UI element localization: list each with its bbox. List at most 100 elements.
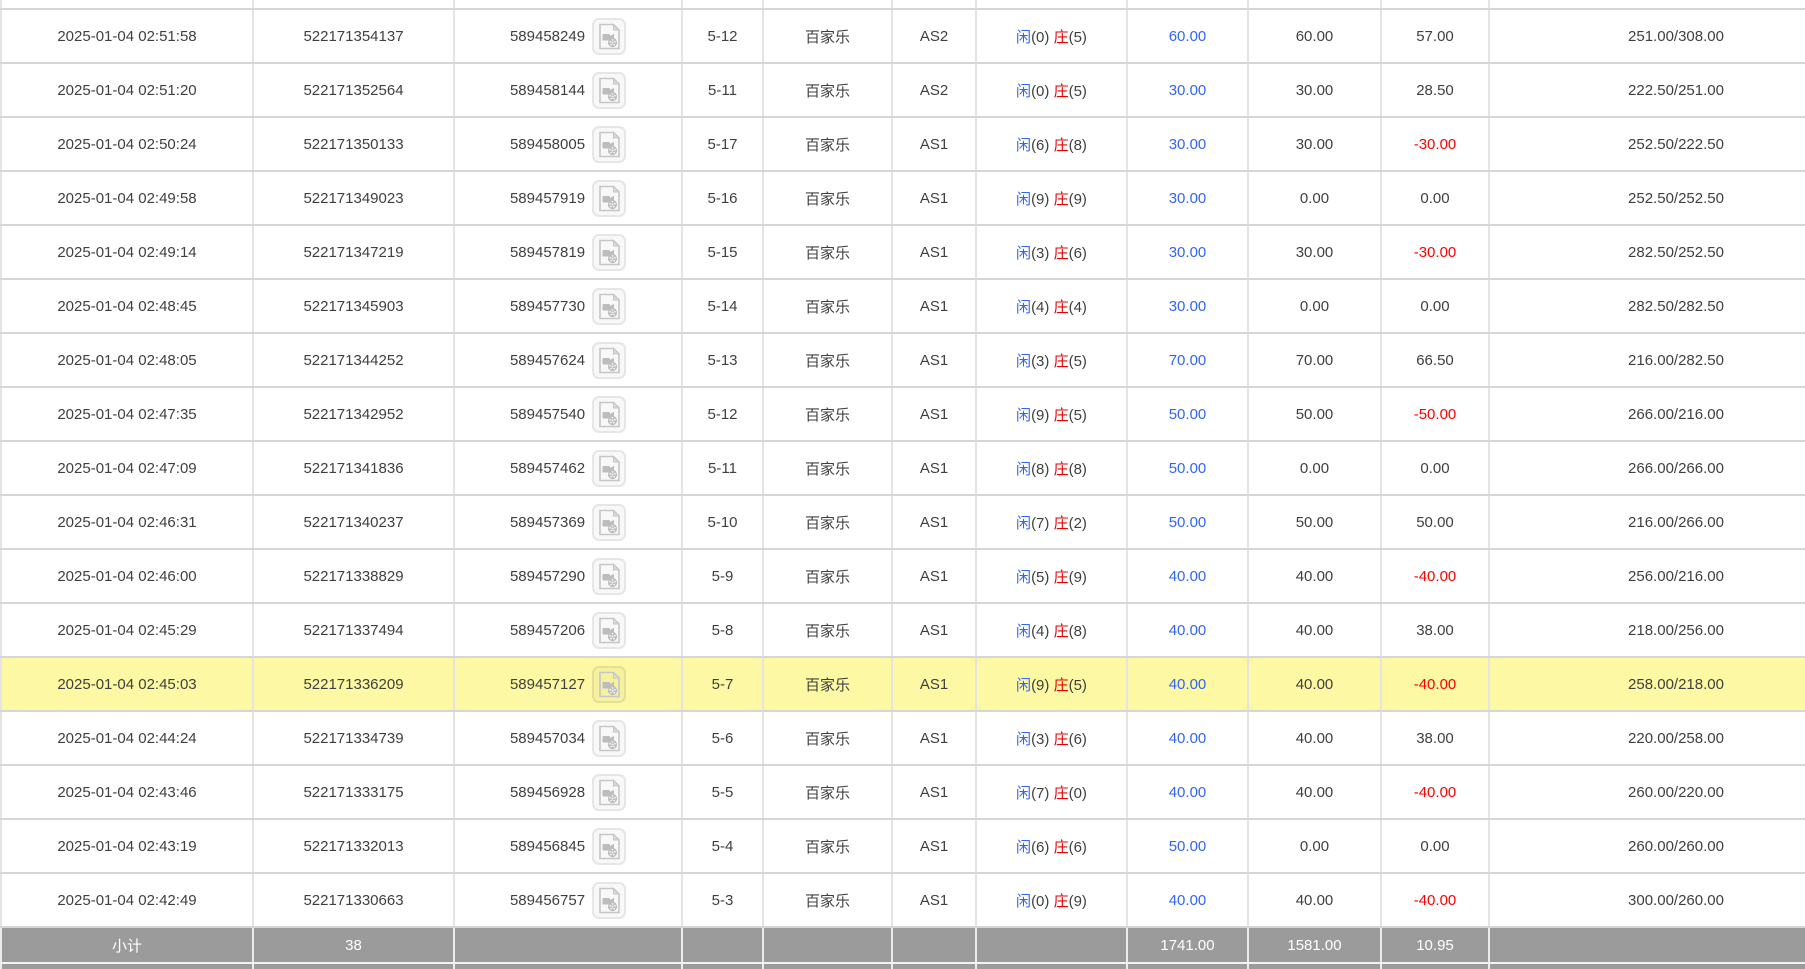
bet-time: 2025-01-04 02:48:05 xyxy=(1,333,253,387)
player-points: (4) xyxy=(1031,299,1049,316)
replay-video-button[interactable] xyxy=(592,180,626,217)
bet-amount-link[interactable]: 50.00 xyxy=(1169,514,1207,531)
game-number-cell: 589456757 xyxy=(454,873,682,927)
game-number-cell: 589457730 xyxy=(454,279,682,333)
bet-amount-link[interactable]: 40.00 xyxy=(1169,784,1207,801)
bet-amount-link[interactable]: 30.00 xyxy=(1169,190,1207,207)
bet-amount-link[interactable]: 40.00 xyxy=(1169,568,1207,585)
bet-time: 2025-01-04 02:47:35 xyxy=(1,387,253,441)
replay-video-button[interactable] xyxy=(592,396,626,433)
replay-video-button[interactable] xyxy=(592,558,626,595)
bet-amount-link[interactable]: 40.00 xyxy=(1169,730,1207,747)
replay-video-button[interactable] xyxy=(592,18,626,55)
table-row[interactable]: 2025-01-04 02:48:05 522171344252 5894576… xyxy=(1,333,1805,387)
bet-amount-link[interactable]: 30.00 xyxy=(1169,82,1207,99)
winloss-value: -30.00 xyxy=(1414,244,1457,261)
bet-amount-link[interactable]: 40.00 xyxy=(1169,622,1207,639)
table-row[interactable]: 2025-01-04 02:51:58 522171354137 5894582… xyxy=(1,9,1805,63)
history-table-body: 2025-01-04 02:51:58 522171354137 5894582… xyxy=(1,0,1805,969)
game-result: 闲(9) 庄(5) xyxy=(976,387,1127,441)
replay-video-button[interactable] xyxy=(592,774,626,811)
replay-video-button[interactable] xyxy=(592,450,626,487)
replay-video-button[interactable] xyxy=(592,126,626,163)
game-number-cell: 589457127 xyxy=(454,657,682,711)
round-number: 5-12 xyxy=(682,9,763,63)
table-row[interactable]: 2025-01-04 02:43:46 522171333175 5894569… xyxy=(1,765,1805,819)
replay-video-button[interactable] xyxy=(592,72,626,109)
bet-amount-cell: 40.00 xyxy=(1127,711,1248,765)
bet-amount-link[interactable]: 30.00 xyxy=(1169,136,1207,153)
bet-amount-link[interactable]: 50.00 xyxy=(1169,406,1207,423)
bet-amount-link[interactable]: 70.00 xyxy=(1169,352,1207,369)
round-number: 5-9 xyxy=(682,549,763,603)
bet-amount-link[interactable]: 30.00 xyxy=(1169,298,1207,315)
table-row[interactable]: 2025-01-04 02:43:19 522171332013 5894568… xyxy=(1,819,1805,873)
replay-video-button[interactable] xyxy=(592,288,626,325)
video-file-icon xyxy=(598,833,621,860)
bet-amount-link[interactable]: 50.00 xyxy=(1169,460,1207,477)
banker-result-label: 庄 xyxy=(1054,515,1069,532)
game-number-cell: 589458005 xyxy=(454,117,682,171)
table-row[interactable]: 2025-01-04 02:42:49 522171330663 5894567… xyxy=(1,873,1805,927)
replay-video-button[interactable] xyxy=(592,234,626,271)
replay-video-button[interactable] xyxy=(592,828,626,865)
replay-video-button[interactable] xyxy=(592,612,626,649)
table-row[interactable]: 2025-01-04 02:46:31 522171340237 5894573… xyxy=(1,495,1805,549)
table-row[interactable]: 2025-01-04 02:44:24 522171334739 5894570… xyxy=(1,711,1805,765)
bet-amount-cell: 50.00 xyxy=(1127,819,1248,873)
bet-time: 2025-01-04 02:49:14 xyxy=(1,225,253,279)
balance-before-after: 251.00/308.00 xyxy=(1489,9,1805,63)
round-number: 5-4 xyxy=(682,819,763,873)
bet-amount-link[interactable]: 60.00 xyxy=(1169,28,1207,45)
bet-amount-cell: 60.00 xyxy=(1127,9,1248,63)
table-row[interactable]: 2025-01-04 02:50:24 522171350133 5894580… xyxy=(1,117,1805,171)
round-number: 5-8 xyxy=(682,603,763,657)
bet-number: 522171336209 xyxy=(253,657,454,711)
bet-amount-link[interactable]: 50.00 xyxy=(1169,838,1207,855)
bet-amount-cell: 40.00 xyxy=(1127,603,1248,657)
table-row[interactable]: 2025-01-04 02:45:03 522171336209 5894571… xyxy=(1,657,1805,711)
balance-before-after: 216.00/266.00 xyxy=(1489,495,1805,549)
game-result: 闲(3) 庄(6) xyxy=(976,225,1127,279)
winloss-cell: 28.50 xyxy=(1381,63,1489,117)
game-result: 闲(0) 庄(9) xyxy=(976,873,1127,927)
table-row[interactable]: 2025-01-04 02:49:14 522171347219 5894578… xyxy=(1,225,1805,279)
table-row[interactable]: 2025-01-04 02:45:29 522171337494 5894572… xyxy=(1,603,1805,657)
video-file-icon xyxy=(598,725,621,752)
table-row[interactable]: 2025-01-04 02:47:35 522171342952 5894575… xyxy=(1,387,1805,441)
table-row[interactable]: 2025-01-04 02:51:20 522171352564 5894581… xyxy=(1,63,1805,117)
replay-video-button[interactable] xyxy=(592,342,626,379)
video-file-icon xyxy=(598,563,621,590)
game-result: 闲(3) 庄(5) xyxy=(976,333,1127,387)
replay-video-button[interactable] xyxy=(592,882,626,919)
game-result: 闲(7) 庄(0) xyxy=(976,765,1127,819)
video-file-icon xyxy=(598,401,621,428)
player-points: (6) xyxy=(1031,839,1049,856)
bet-amount-link[interactable]: 40.00 xyxy=(1169,892,1207,909)
table-row[interactable]: 2025-01-04 02:49:58 522171349023 5894579… xyxy=(1,171,1805,225)
replay-video-button[interactable] xyxy=(592,720,626,757)
winloss-cell: 38.00 xyxy=(1381,603,1489,657)
table-row[interactable]: 2025-01-04 02:47:09 522171341836 5894574… xyxy=(1,441,1805,495)
valid-amount: 70.00 xyxy=(1248,333,1381,387)
replay-video-button[interactable] xyxy=(592,504,626,541)
table-row[interactable]: 2025-01-04 02:46:00 522171338829 5894572… xyxy=(1,549,1805,603)
table-row[interactable]: 2025-01-04 02:48:45 522171345903 5894577… xyxy=(1,279,1805,333)
game-number: 589456845 xyxy=(510,838,585,855)
replay-video-button[interactable] xyxy=(592,666,626,703)
table-code: AS2 xyxy=(892,63,976,117)
game-type: 百家乐 xyxy=(763,117,892,171)
game-result: 闲(5) 庄(9) xyxy=(976,549,1127,603)
player-points: (5) xyxy=(1031,569,1049,586)
bet-amount-link[interactable]: 40.00 xyxy=(1169,676,1207,693)
game-number-cell: 589457369 xyxy=(454,495,682,549)
bet-amount-cell: 70.00 xyxy=(1127,333,1248,387)
bet-amount-link[interactable]: 30.00 xyxy=(1169,244,1207,261)
game-number: 589457034 xyxy=(510,730,585,747)
balance-before-after: 282.50/282.50 xyxy=(1489,279,1805,333)
game-number: 589457462 xyxy=(510,460,585,477)
video-file-icon xyxy=(598,887,621,914)
winloss-cell: -40.00 xyxy=(1381,765,1489,819)
round-number: 5-11 xyxy=(682,63,763,117)
bet-number: 522171341836 xyxy=(253,441,454,495)
